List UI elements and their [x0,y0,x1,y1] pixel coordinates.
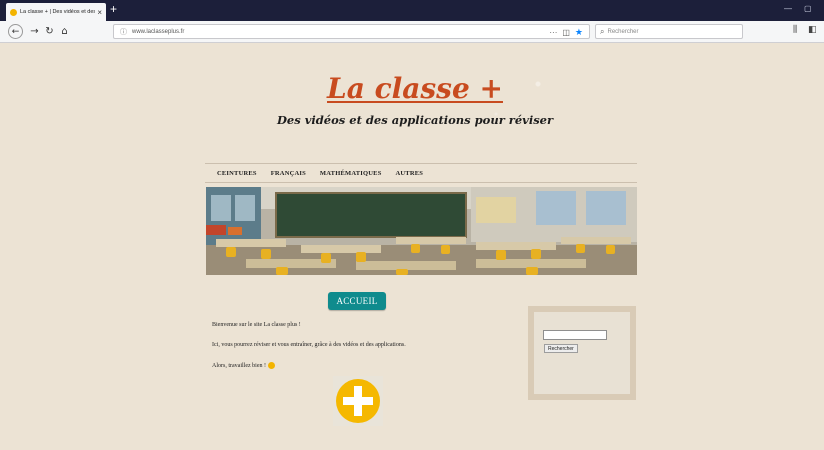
smiley-emoji-icon [267,362,275,369]
browser-tab-bar: La classe + | Des vidéos et des a × + — … [0,0,824,21]
search-icon: ⌕ [600,26,605,36]
sidebar-icon[interactable]: ◧ [808,25,817,35]
reload-icon[interactable]: ↻ [42,24,57,39]
search-placeholder: Rechercher [607,28,639,35]
site-tagline: Des vidéos et des applications pour révi… [276,113,554,127]
classroom-banner-image [206,187,637,275]
menu-item-ceintures[interactable]: CEINTURES [217,170,257,177]
browser-tab[interactable]: La classe + | Des vidéos et des a × [6,3,106,21]
maximize-icon[interactable]: ▢ [804,4,812,13]
plus-circle-icon [336,379,380,423]
home-icon[interactable]: ⌂ [57,24,72,39]
favicon-icon [10,8,17,16]
intro-text: Ici, vous pourrez réviser et vous entraî… [212,342,406,348]
search-widget-panel: Rechercher [534,312,630,394]
browser-nav-bar: ← → ↻ ⌂ ⓘ www.laclasseplus.fr ··· ◫ ★ ⌕ … [0,21,824,43]
url-text: www.laclasseplus.fr [132,28,185,35]
search-widget: Rechercher [528,306,636,400]
welcome-text: Bienvenue sur le site La classe plus ! [212,322,301,328]
site-search-input[interactable] [543,330,607,340]
main-menu: CEINTURES FRANÇAIS MATHÉMATIQUES AUTRES [205,163,637,183]
pocket-icon[interactable]: ◫ [562,28,570,37]
plus-logo-image [333,376,383,426]
minimize-icon[interactable]: — [784,4,792,13]
tab-close-icon[interactable]: × [97,8,102,17]
bookmark-star-icon[interactable]: ★ [575,27,583,38]
back-arrow-icon[interactable]: ← [8,24,23,39]
site-logo[interactable]: La classe + [200,72,630,105]
closing-text-label: Alors, travaillez bien ! [212,362,266,369]
tab-title: La classe + | Des vidéos et des a [20,9,96,15]
menu-item-mathematiques[interactable]: MATHÉMATIQUES [320,170,382,177]
page-actions-icon[interactable]: ··· [549,28,557,37]
browser-search-input[interactable]: ⌕ Rechercher [595,24,743,39]
forward-arrow-icon[interactable]: → [27,24,42,39]
url-bar[interactable]: ⓘ www.laclasseplus.fr ··· ◫ ★ [113,24,590,39]
new-tab-button[interactable]: + [110,2,117,16]
accueil-button[interactable]: ACCUEIL [328,292,386,310]
closing-text: Alors, travaillez bien ! [212,362,512,369]
menu-item-autres[interactable]: AUTRES [396,170,424,177]
site-search-button[interactable]: Rechercher [544,344,578,353]
site-info-icon[interactable]: ⓘ [120,27,127,37]
library-icon[interactable]: ⫼ [793,25,797,35]
menu-item-francais[interactable]: FRANÇAIS [271,170,306,177]
